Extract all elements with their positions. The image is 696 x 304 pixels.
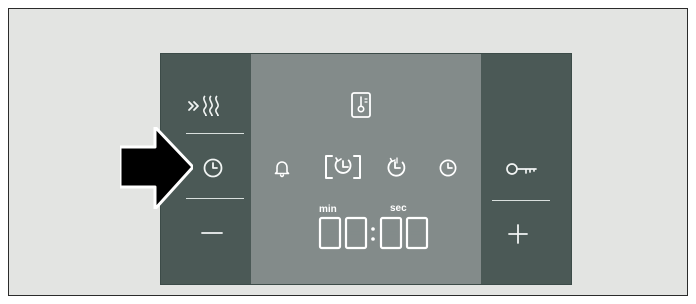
left-divider-top [186,133,244,134]
end-time-icon [387,157,406,177]
thermometer-indicator [350,91,372,119]
right-divider [492,200,550,201]
time-colon [369,225,377,243]
clock-icon [203,158,223,178]
child-lock-icon [506,163,537,175]
minus-icon [201,232,223,234]
time-of-day-indicator [437,157,459,179]
seconds-label: sec [390,203,407,214]
fast-preheat-button[interactable] [181,89,231,119]
thermometer-icon [351,92,371,118]
time-of-day-icon [439,159,457,177]
minutes-tens-digit [318,216,342,250]
timer-bell-indicator [271,157,293,179]
plus-icon [508,224,528,244]
seconds-tens-digit [379,216,403,250]
pointer-arrow [120,127,193,209]
left-divider-bottom [186,198,244,199]
end-time-indicator [382,155,408,179]
duration-indicator [323,149,363,185]
control-panel: min sec [160,53,572,285]
right-control-column [481,54,571,284]
minutes-label: min [319,204,337,215]
clock-button[interactable] [199,154,227,182]
plus-button[interactable] [505,221,531,247]
panel-illustration: min sec [8,8,688,296]
child-lock-button[interactable] [502,158,544,180]
timer-bell-icon [274,161,290,178]
duration-icon [325,155,361,179]
seconds-ones-digit [405,216,429,250]
display-panel: min sec [251,54,481,284]
minutes-ones-digit [344,216,368,250]
fast-preheat-icon [188,95,219,116]
minus-button[interactable] [199,223,225,243]
